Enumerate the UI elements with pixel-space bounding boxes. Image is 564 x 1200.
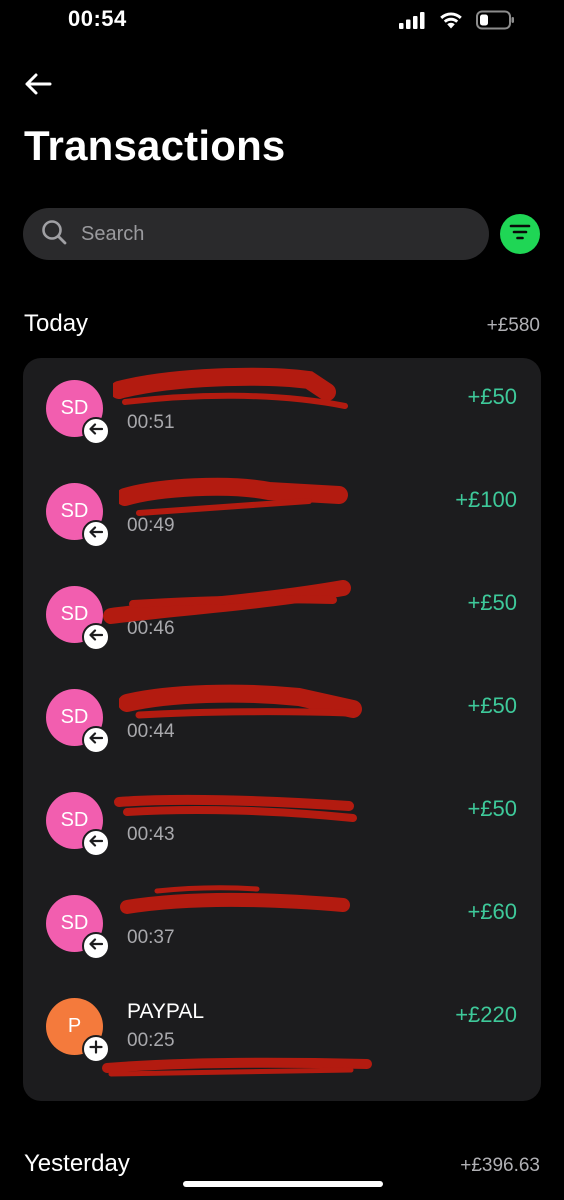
filter-button[interactable]: [500, 214, 540, 254]
transaction-time: 00:43: [127, 824, 175, 845]
transaction-row[interactable]: SD 00:46 +£50: [23, 564, 541, 667]
section-header-today: Today +£580: [24, 310, 540, 338]
redaction-scribble: [113, 367, 348, 409]
transaction-row[interactable]: SD 00:51 +£50: [23, 358, 541, 461]
transaction-row[interactable]: SD 00:49 +£100: [23, 461, 541, 564]
transaction-time: 00:37: [127, 927, 175, 948]
search-bar[interactable]: [23, 208, 489, 260]
transaction-amount: +£50: [467, 693, 517, 718]
transaction-row[interactable]: SD 00:44 +£50: [23, 667, 541, 770]
incoming-badge: [82, 932, 110, 960]
avatar-initials: SD: [60, 603, 89, 625]
status-icons: [398, 10, 516, 35]
section-title: Today: [24, 310, 89, 337]
status-bar: 00:54: [0, 0, 564, 44]
transaction-amount: +£60: [467, 899, 517, 924]
filter-icon: [509, 223, 531, 246]
avatar-initials: P: [67, 1015, 82, 1037]
transaction-time: 00:49: [127, 515, 175, 536]
arrow-left-icon: [89, 937, 104, 955]
avatar-initials: SD: [60, 500, 89, 522]
arrow-left-icon: [89, 525, 104, 543]
section-total: +£396.63: [460, 1155, 540, 1176]
transaction-row[interactable]: P PAYPAL 00:25 +£220: [23, 976, 541, 1101]
redaction-scribble: [102, 1057, 372, 1077]
transaction-amount: +£50: [467, 384, 517, 409]
page-title: Transactions: [24, 122, 286, 169]
transaction-amount: +£50: [467, 590, 517, 615]
avatar-initials: SD: [60, 397, 89, 419]
transaction-amount: +£100: [455, 487, 517, 512]
arrow-left-icon: [89, 422, 104, 440]
redaction-scribble: [114, 794, 357, 822]
arrow-left-icon: [89, 731, 104, 749]
section-title: Yesterday: [24, 1150, 130, 1177]
incoming-badge: [82, 623, 110, 651]
outgoing-badge: [82, 1035, 110, 1063]
wifi-icon: [438, 10, 464, 35]
search-input[interactable]: [79, 221, 443, 247]
status-time: 00:54: [68, 6, 127, 31]
signal-icon: [398, 11, 426, 34]
incoming-badge: [82, 829, 110, 857]
transaction-row[interactable]: SD 00:37 +£60: [23, 873, 541, 976]
arrow-left-icon: [24, 72, 52, 101]
incoming-badge: [82, 726, 110, 754]
section-total: +£580: [486, 315, 540, 336]
transaction-time: 00:25: [127, 1030, 175, 1051]
avatar-initials: SD: [60, 809, 89, 831]
transaction-time: 00:51: [127, 412, 175, 433]
back-button[interactable]: [22, 70, 54, 102]
plus-icon: [89, 1039, 103, 1059]
incoming-badge: [82, 520, 110, 548]
avatar-initials: SD: [60, 912, 89, 934]
avatar-initials: SD: [60, 706, 89, 728]
transaction-amount: +£220: [455, 1002, 517, 1027]
arrow-left-icon: [89, 628, 104, 646]
incoming-badge: [82, 417, 110, 445]
transaction-time: 00:46: [127, 618, 175, 639]
redaction-scribble: [120, 885, 350, 914]
transactions-card: SD 00:51 +£50 SD 00:49 +£100 SD 00:46 +£…: [23, 358, 541, 1101]
home-indicator[interactable]: [183, 1181, 383, 1187]
transaction-amount: +£50: [467, 796, 517, 821]
arrow-left-icon: [89, 834, 104, 852]
transaction-row[interactable]: SD 00:43 +£50: [23, 770, 541, 873]
transaction-time: 00:44: [127, 721, 175, 742]
battery-icon: [476, 10, 516, 35]
section-header-yesterday: Yesterday +£396.63: [24, 1150, 540, 1178]
search-icon: [41, 219, 67, 250]
transaction-name: PAYPAL: [127, 1000, 205, 1023]
